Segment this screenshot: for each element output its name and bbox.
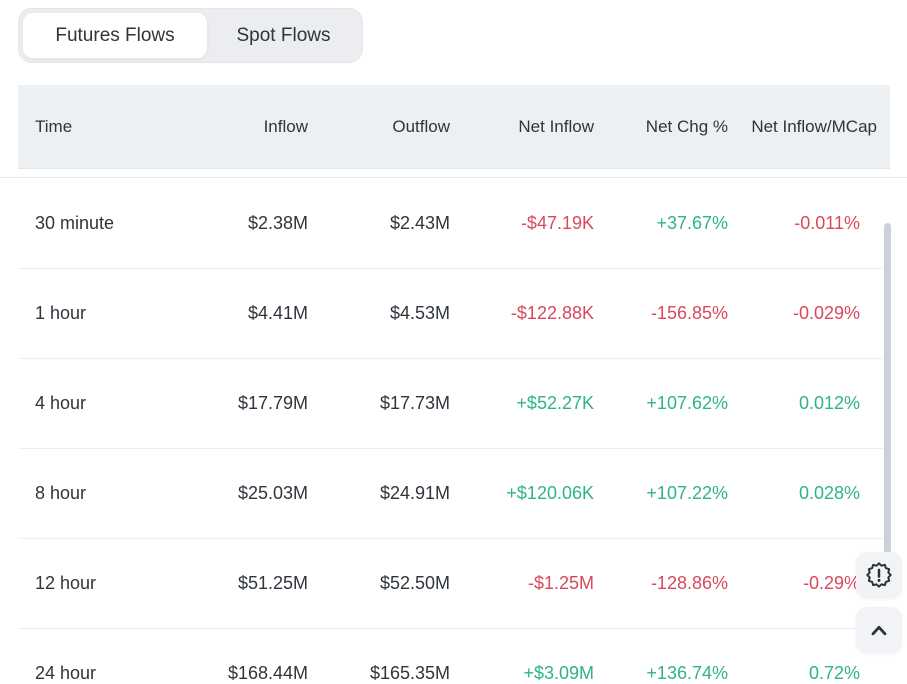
table-row: 30 minute $2.38M $2.43M -$47.19K +37.67%… bbox=[18, 179, 890, 269]
tab-futures-flows[interactable]: Futures Flows bbox=[22, 12, 208, 59]
header-net-inflow: Net Inflow bbox=[450, 117, 594, 137]
cell-net-inflow-mcap: -0.029% bbox=[728, 303, 890, 324]
table-row: 4 hour $17.79M $17.73M +$52.27K +107.62%… bbox=[18, 359, 890, 449]
header-inflow: Inflow bbox=[208, 117, 308, 137]
cell-time: 24 hour bbox=[18, 663, 208, 684]
cell-inflow: $51.25M bbox=[208, 573, 308, 594]
cell-inflow: $4.41M bbox=[208, 303, 308, 324]
tab-spot-flows-label: Spot Flows bbox=[237, 25, 331, 47]
cell-net-inflow-mcap: 0.72% bbox=[728, 663, 890, 684]
table-row: 1 hour $4.41M $4.53M -$122.88K -156.85% … bbox=[18, 269, 890, 359]
scroll-to-top-button[interactable] bbox=[856, 607, 902, 653]
cell-net-inflow: -$122.88K bbox=[450, 303, 594, 324]
table-body: 30 minute $2.38M $2.43M -$47.19K +37.67%… bbox=[18, 179, 890, 684]
cell-time: 30 minute bbox=[18, 213, 208, 234]
cell-outflow: $2.43M bbox=[308, 213, 450, 234]
flows-table: Time Inflow Outflow Net Inflow Net Chg %… bbox=[0, 85, 907, 169]
table-row: 12 hour $51.25M $52.50M -$1.25M -128.86%… bbox=[18, 539, 890, 629]
cell-net-inflow-mcap: 0.028% bbox=[728, 483, 890, 504]
cell-net-inflow: -$1.25M bbox=[450, 573, 594, 594]
cell-net-chg: +107.62% bbox=[594, 393, 728, 414]
header-divider bbox=[0, 177, 907, 178]
header-net-inflow-mcap: Net Inflow/MCap bbox=[728, 117, 890, 137]
cell-time: 1 hour bbox=[18, 303, 208, 324]
cell-net-inflow: -$47.19K bbox=[450, 213, 594, 234]
table-header-row: Time Inflow Outflow Net Inflow Net Chg %… bbox=[18, 85, 890, 169]
cell-net-inflow-mcap: 0.012% bbox=[728, 393, 890, 414]
cell-inflow: $2.38M bbox=[208, 213, 308, 234]
cell-net-chg: +37.67% bbox=[594, 213, 728, 234]
tab-futures-flows-label: Futures Flows bbox=[55, 25, 174, 47]
cell-net-inflow-mcap: -0.011% bbox=[728, 213, 890, 234]
cell-net-inflow: +$52.27K bbox=[450, 393, 594, 414]
futures-flows-panel: Futures Flows Spot Flows Time Inflow Out… bbox=[0, 0, 907, 684]
header-net-chg: Net Chg % bbox=[594, 117, 728, 137]
cell-net-chg: -128.86% bbox=[594, 573, 728, 594]
cell-inflow: $168.44M bbox=[208, 663, 308, 684]
cell-outflow: $165.35M bbox=[308, 663, 450, 684]
cell-time: 8 hour bbox=[18, 483, 208, 504]
cell-net-inflow: +$120.06K bbox=[450, 483, 594, 504]
cell-outflow: $17.73M bbox=[308, 393, 450, 414]
cell-time: 12 hour bbox=[18, 573, 208, 594]
badge-exclamation-icon bbox=[865, 561, 893, 589]
alert-badge-button[interactable] bbox=[856, 552, 902, 598]
cell-outflow: $24.91M bbox=[308, 483, 450, 504]
cell-net-chg: -156.85% bbox=[594, 303, 728, 324]
cell-outflow: $52.50M bbox=[308, 573, 450, 594]
cell-inflow: $17.79M bbox=[208, 393, 308, 414]
chevron-up-icon bbox=[866, 617, 892, 643]
table-scrollbar-thumb[interactable] bbox=[884, 223, 891, 570]
tab-spot-flows[interactable]: Spot Flows bbox=[208, 12, 359, 59]
header-outflow: Outflow bbox=[308, 117, 450, 137]
table-row: 24 hour $168.44M $165.35M +$3.09M +136.7… bbox=[18, 629, 890, 684]
cell-time: 4 hour bbox=[18, 393, 208, 414]
header-time: Time bbox=[18, 117, 208, 137]
cell-outflow: $4.53M bbox=[308, 303, 450, 324]
cell-inflow: $25.03M bbox=[208, 483, 308, 504]
cell-net-chg: +136.74% bbox=[594, 663, 728, 684]
cell-net-chg: +107.22% bbox=[594, 483, 728, 504]
table-row: 8 hour $25.03M $24.91M +$120.06K +107.22… bbox=[18, 449, 890, 539]
flows-tab-group: Futures Flows Spot Flows bbox=[18, 8, 363, 63]
cell-net-inflow: +$3.09M bbox=[450, 663, 594, 684]
